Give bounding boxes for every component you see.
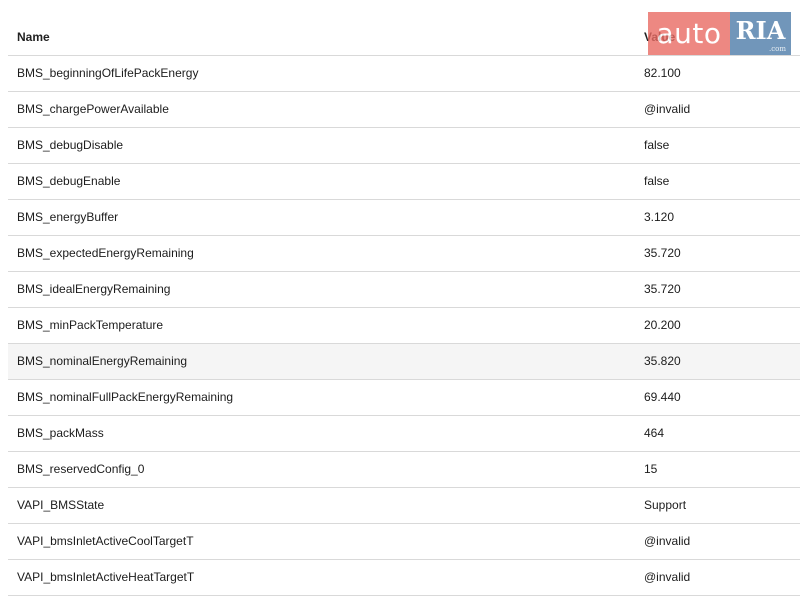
signal-name-cell: BMS_chargePowerAvailable [8, 91, 636, 128]
signal-name-cell: BMS_minPackTemperature [8, 307, 636, 344]
table-body: BMS_beginningOfLifePackEnergy 82.100 BMS… [8, 55, 800, 596]
table-row[interactable]: BMS_expectedEnergyRemaining 35.720 [8, 235, 800, 272]
table-row-highlighted[interactable]: BMS_nominalEnergyRemaining 35.820 [8, 343, 800, 380]
table-row[interactable]: BMS_debugEnable false [8, 163, 800, 200]
signal-name-cell: BMS_idealEnergyRemaining [8, 271, 636, 308]
table-row[interactable]: BMS_nominalFullPackEnergyRemaining 69.44… [8, 379, 800, 416]
signal-value-cell: 35.720 [636, 235, 800, 272]
signal-value-cell: 3.120 [636, 199, 800, 236]
value-column-header: Value [636, 20, 800, 56]
signals-table-container: Name Value BMS_beginningOfLifePackEnergy… [8, 20, 800, 596]
table-row[interactable]: VAPI_BMSState Support [8, 487, 800, 524]
table-row[interactable]: BMS_reservedConfig_0 15 [8, 451, 800, 488]
signal-value-cell: 464 [636, 415, 800, 452]
signal-name-cell: VAPI_bmsInletActiveHeatTargetT [8, 559, 636, 596]
table-row[interactable]: BMS_chargePowerAvailable @invalid [8, 91, 800, 128]
signal-value-cell: 35.820 [636, 343, 800, 380]
signal-name-cell: BMS_beginningOfLifePackEnergy [8, 55, 636, 92]
table-row[interactable]: BMS_idealEnergyRemaining 35.720 [8, 271, 800, 308]
signal-name-cell: BMS_expectedEnergyRemaining [8, 235, 636, 272]
signals-table: Name Value BMS_beginningOfLifePackEnergy… [8, 20, 800, 596]
name-column-header: Name [8, 20, 636, 56]
signal-value-cell: 35.720 [636, 271, 800, 308]
signal-name-cell: VAPI_BMSState [8, 487, 636, 524]
table-row[interactable]: VAPI_bmsInletActiveHeatTargetT @invalid [8, 559, 800, 596]
signal-value-cell: Support [636, 487, 800, 524]
signal-value-cell: 82.100 [636, 55, 800, 92]
screen: auto RIA .com Name Value BMS_beginningOf… [0, 0, 800, 600]
signal-name-cell: BMS_debugEnable [8, 163, 636, 200]
signal-name-cell: VAPI_bmsInletActiveCoolTargetT [8, 523, 636, 560]
table-row[interactable]: BMS_beginningOfLifePackEnergy 82.100 [8, 55, 800, 92]
signal-value-cell: @invalid [636, 559, 800, 596]
signal-value-cell: false [636, 127, 800, 164]
table-row[interactable]: VAPI_bmsInletActiveCoolTargetT @invalid [8, 523, 800, 560]
signal-value-cell: @invalid [636, 91, 800, 128]
signal-value-cell: 15 [636, 451, 800, 488]
table-row[interactable]: BMS_energyBuffer 3.120 [8, 199, 800, 236]
signal-name-cell: BMS_nominalFullPackEnergyRemaining [8, 379, 636, 416]
table-row[interactable]: BMS_minPackTemperature 20.200 [8, 307, 800, 344]
table-header: Name Value [8, 20, 800, 56]
signal-name-cell: BMS_packMass [8, 415, 636, 452]
table-row[interactable]: BMS_packMass 464 [8, 415, 800, 452]
signal-value-cell: 20.200 [636, 307, 800, 344]
signal-value-cell: false [636, 163, 800, 200]
signal-name-cell: BMS_debugDisable [8, 127, 636, 164]
signal-name-cell: BMS_nominalEnergyRemaining [8, 343, 636, 380]
table-row[interactable]: BMS_debugDisable false [8, 127, 800, 164]
signal-value-cell: @invalid [636, 523, 800, 560]
table-header-row: Name Value [8, 20, 800, 56]
signal-name-cell: BMS_reservedConfig_0 [8, 451, 636, 488]
signal-value-cell: 69.440 [636, 379, 800, 416]
signal-name-cell: BMS_energyBuffer [8, 199, 636, 236]
